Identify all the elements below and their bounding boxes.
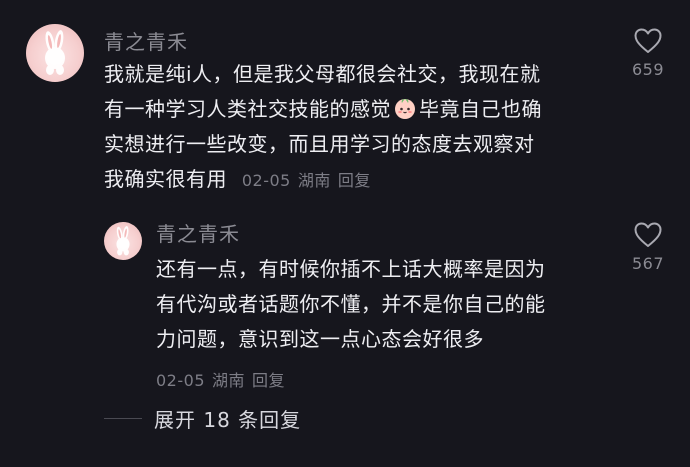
reply-meta: 02-05 湖南 回复 xyxy=(156,367,292,391)
comment-body: 我就是纯i人，但是我父母都很会社交，我现在就 有一种学习人类社交技能的感觉 毕竟自… xyxy=(104,57,604,198)
comment-line-4: 实想进行一些改变，而且用学习的态度去观察对 xyxy=(104,132,535,156)
expand-replies-row[interactable]: 展开 18 条回复 xyxy=(104,404,301,433)
expand-replies-button[interactable]: 展开 18 条回复 xyxy=(154,404,301,433)
reply-line-2: 有代沟或者话题你不懂，并不是你自己的能 xyxy=(156,292,546,316)
reply-author-name[interactable]: 青之青禾 xyxy=(156,222,240,246)
bunny-avatar-icon xyxy=(116,226,130,256)
bunny-avatar-icon xyxy=(45,30,65,75)
peach-face-emoji-icon xyxy=(395,99,415,119)
comment-date: 02-05 xyxy=(241,171,291,190)
comment-line-1: 我就是纯i人，但是我父母都很会社交，我现在就 xyxy=(104,62,541,86)
comment-thread: 青之青禾 我就是纯i人，但是我父母都很会社交，我现在就 有一种学习人类社交技能的… xyxy=(0,0,690,467)
reply-reply-button[interactable]: 回复 xyxy=(252,371,285,390)
reply-location: 湖南 xyxy=(212,371,246,390)
reply-avatar[interactable] xyxy=(104,222,142,260)
reply-like-count: 567 xyxy=(631,254,665,273)
expand-divider xyxy=(104,418,142,419)
commenter-avatar[interactable] xyxy=(26,24,84,82)
comment-reply-button[interactable]: 回复 xyxy=(338,171,371,190)
commenter-name[interactable]: 青之青禾 xyxy=(104,30,188,54)
comment-like-count: 659 xyxy=(631,60,665,79)
reply-body: 还有一点，有时候你插不上话大概率是因为 有代沟或者话题你不懂，并不是你自己的能 … xyxy=(156,252,616,357)
heart-outline-icon xyxy=(634,222,662,247)
comment-line-2: 有一种学习人类社交技能的感觉 毕竟自己也确 xyxy=(104,97,542,121)
reply-date: 02-05 xyxy=(156,371,205,390)
reply-line-1: 还有一点，有时候你插不上话大概率是因为 xyxy=(156,257,546,281)
comment-meta: 02-05 湖南 回复 xyxy=(242,171,378,190)
heart-outline-icon xyxy=(634,28,662,53)
comment-like-button[interactable]: 659 xyxy=(613,28,683,79)
comment-line-5: 我确实很有用 02-05 湖南 回复 xyxy=(104,162,604,198)
reply-like-button[interactable]: 567 xyxy=(613,222,683,273)
comment-location: 湖南 xyxy=(297,171,331,190)
reply-line-3: 力问题，意识到这一点心态会好很多 xyxy=(156,327,484,351)
